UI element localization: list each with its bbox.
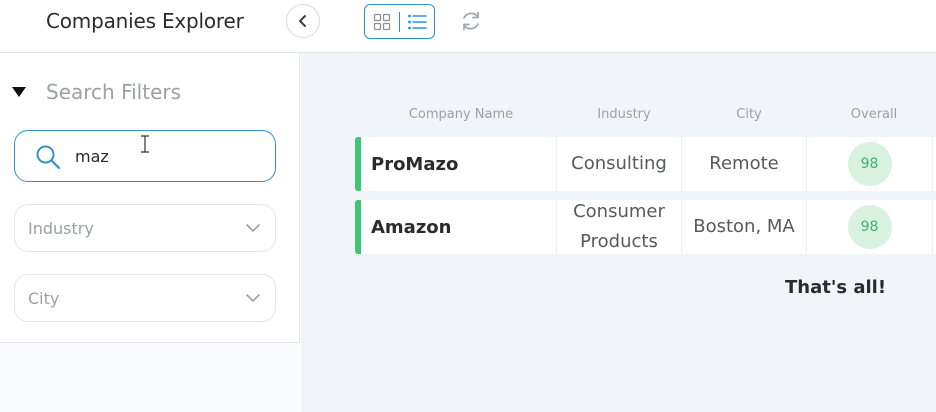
overall-cell: 98 [806, 137, 932, 191]
list-view-button[interactable] [400, 5, 434, 38]
sidebar-footer-area [0, 343, 300, 412]
search-input[interactable] [75, 143, 255, 169]
end-of-results-message: That's all! [785, 277, 887, 298]
filters-sidebar: Search Filters Industry City [0, 53, 300, 412]
company-name[interactable]: Amazon [371, 200, 452, 254]
overflow-cell [932, 200, 936, 254]
top-bar: Companies Explorer [0, 0, 936, 53]
company-search-box[interactable] [14, 130, 276, 182]
table-row[interactable]: ProMazo Consulting Remote 98 [355, 137, 936, 191]
industry-select-label: Industry [28, 219, 94, 238]
column-header-overall[interactable]: Overall [824, 107, 924, 122]
company-name[interactable]: ProMazo [371, 137, 458, 191]
search-icon [36, 145, 61, 170]
caret-down-icon [12, 87, 26, 97]
table-row[interactable]: Amazon Consumer Products Boston, MA 98 [355, 200, 936, 254]
city-cell: Remote [681, 137, 806, 191]
view-toggle [364, 4, 435, 39]
filters-title: Search Filters [46, 80, 182, 104]
filters-toggle[interactable]: Search Filters [12, 79, 181, 105]
grid-icon [373, 13, 391, 30]
list-icon [408, 14, 427, 29]
city-cell: Boston, MA [681, 200, 806, 254]
column-header-city[interactable]: City [699, 107, 799, 122]
overall-cell: 98 [806, 200, 932, 254]
chevron-down-icon [246, 224, 260, 232]
industry-cell: Consumer Products [556, 200, 681, 254]
results-panel: Company Name Industry City Overall ProMa… [301, 53, 936, 412]
city-select[interactable]: City [14, 274, 276, 322]
overall-score-badge: 98 [847, 142, 892, 186]
chevron-left-icon [299, 15, 306, 27]
refresh-button[interactable] [457, 7, 485, 35]
row-accent-bar [355, 200, 361, 254]
column-header-company-name[interactable]: Company Name [401, 107, 521, 122]
collapse-sidebar-button[interactable] [286, 4, 320, 38]
chevron-down-icon [246, 294, 260, 302]
overflow-cell [932, 137, 936, 191]
industry-select[interactable]: Industry [14, 204, 276, 252]
refresh-icon [463, 11, 479, 31]
grid-view-button[interactable] [365, 5, 399, 38]
column-header-industry[interactable]: Industry [574, 107, 674, 122]
overall-score-badge: 98 [847, 205, 892, 249]
row-accent-bar [355, 137, 361, 191]
city-select-label: City [28, 289, 60, 308]
app-title: Companies Explorer [46, 9, 244, 33]
industry-cell: Consulting [556, 137, 681, 191]
